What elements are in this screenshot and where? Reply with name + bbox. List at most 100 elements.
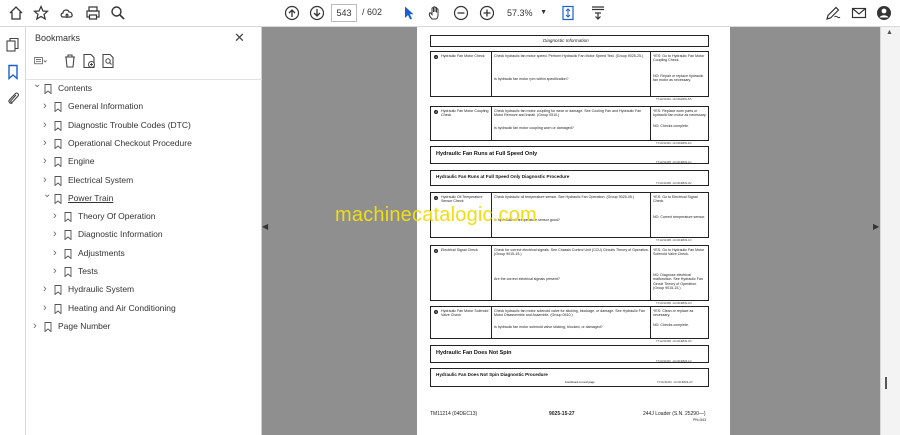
section-code-2: TX1123240C ‑19‑04FEB09‑1/2 (656, 360, 692, 363)
bookmarks-panel: Bookmarks ✕ ⌄ Contents › General Informatio… (26, 27, 262, 435)
bookmark-icon (64, 211, 72, 223)
diagnostic-row: 2 Hydraulic Fan Motor Coupling Check Check… (430, 106, 709, 141)
scrolling-mode-icon[interactable] (588, 4, 607, 23)
bookmark-label: Electrical System (68, 174, 134, 185)
print-icon[interactable] (83, 4, 102, 23)
attachment-icon[interactable] (5, 90, 21, 106)
chevron-right-icon[interactable]: › (53, 263, 61, 279)
chevron-right-icon[interactable]: › (43, 153, 51, 169)
step-number: 3 (434, 310, 438, 314)
bookmark-label: Heating and Air Conditioning (68, 302, 176, 313)
step-question: Is hydraulic fan motor coupling worn or … (494, 126, 574, 130)
chevron-right-icon[interactable]: › (43, 135, 51, 151)
delete-icon[interactable] (63, 53, 77, 69)
next-page-icon[interactable] (307, 4, 326, 23)
step-action: Check hydraulic fan motor speed. Perform… (494, 54, 644, 58)
page-number-input[interactable]: 543 (331, 4, 357, 22)
options-menu-icon[interactable] (34, 53, 54, 69)
bookmark-label: Hydraulic System (68, 284, 135, 295)
diagnostic-header: Diagnostic Information (543, 38, 589, 43)
chevron-down-icon[interactable]: ⌄ (33, 77, 41, 93)
zoom-in-icon[interactable] (477, 4, 496, 23)
chevron-right-icon[interactable]: › (53, 245, 61, 261)
section-title-2: Hydraulic Fan Does Not Spin (436, 350, 512, 356)
close-icon[interactable]: ✕ (234, 30, 245, 46)
email-icon[interactable] (849, 4, 868, 23)
chevron-right-icon[interactable]: › (53, 208, 61, 224)
vertical-scrollbar[interactable]: ▲ (880, 27, 900, 435)
find-bookmark-icon[interactable] (101, 53, 115, 69)
star-icon[interactable] (31, 4, 50, 23)
diagnostic-row: 2 Electrical Signal Check Check for correc… (430, 245, 709, 301)
column-divider (491, 307, 492, 339)
step-action: Check hydraulic fan motor solenoid valve… (494, 309, 645, 318)
zoom-dropdown[interactable]: 57.3% ▼ (503, 4, 547, 22)
page-thumbnails-icon[interactable] (5, 37, 21, 53)
yes-answer: YES: Clean or replace as necessary. (653, 309, 694, 318)
hand-tool-icon[interactable] (425, 4, 444, 23)
step-number: 2 (434, 110, 438, 114)
chevron-right-icon[interactable]: › (43, 117, 51, 133)
select-cursor-icon[interactable] (399, 4, 418, 23)
step-question: Is hydraulic fan motor solenoid valve st… (494, 325, 603, 329)
row-code: TX1123240B ‑19‑04FEB09‑2/3 (656, 302, 692, 305)
step-name: Hydraulic Fan Motor Check (441, 54, 485, 58)
diagnostic-row: 1 Hydraulic Fan Motor Check Check hydrauli… (430, 51, 709, 97)
step-question: Are the correct electrical signals prese… (494, 277, 560, 281)
top-toolbar: 543 / 602 57.3% ▼ (0, 0, 900, 27)
fit-page-icon[interactable] (558, 4, 577, 23)
chevron-right-icon[interactable]: › (53, 226, 61, 242)
bookmark-label: Diagnostic Trouble Codes (DTC) (68, 119, 191, 130)
diagnostic-header-box: Diagnostic Information (430, 35, 709, 47)
panel-title: Bookmarks (35, 33, 81, 43)
procedure-code-2: TX1123240C ‑19‑04FEB09‑2/2 (657, 381, 693, 384)
step-number: 1 (434, 55, 438, 59)
collapse-panel-icon[interactable]: ◀ (262, 222, 268, 231)
column-divider (650, 193, 651, 238)
bookmark-icon (44, 83, 52, 95)
chevron-right-icon[interactable]: › (43, 300, 51, 316)
chevron-down-icon[interactable]: ⌄ (43, 187, 51, 203)
footer-left: TM11214 (04DEC13) (430, 411, 478, 417)
cloud-upload-icon[interactable] (57, 4, 76, 23)
no-answer: NO: Repair or replace hydraulic fan moto… (653, 74, 704, 83)
bookmark-label: General Information (68, 101, 144, 112)
step-action: Check for correct electrical signals. Se… (494, 248, 649, 257)
step-action: Check hydraulic oil temperature sensor. … (494, 195, 635, 199)
home-icon[interactable] (6, 4, 25, 23)
bookmark-icon (64, 248, 72, 260)
new-bookmark-icon[interactable] (82, 53, 96, 69)
step-name: Hydraulic Oil Temperature Sensor Check (441, 195, 483, 204)
scrollbar-thumb[interactable] (885, 377, 887, 389)
chevron-right-icon[interactable]: › (43, 98, 51, 114)
yes-answer: YES: Replace worn parts or hydraulic fan… (653, 109, 707, 118)
scroll-up-icon[interactable]: ▲ (886, 29, 893, 36)
no-answer: NO: Diagnose electrical malfunction. See… (653, 273, 703, 291)
step-name: Electrical Signal Check (441, 248, 478, 252)
column-divider (491, 52, 492, 97)
pen-icon[interactable] (823, 4, 842, 23)
bookmark-icon (64, 266, 72, 278)
bookmark-label: Diagnostic Information (78, 229, 163, 240)
bookmark-label: Adjustments (78, 247, 125, 258)
bookmark-label: Operational Checkout Procedure (68, 137, 192, 148)
bookmark-panel-icon[interactable] (5, 64, 21, 81)
chevron-right-icon[interactable]: › (33, 318, 41, 334)
search-icon[interactable] (108, 4, 127, 23)
page-total: / 602 (362, 7, 383, 17)
account-icon[interactable] (874, 4, 893, 23)
bookmark-icon (44, 321, 52, 333)
zoom-out-icon[interactable] (451, 4, 470, 23)
bookmark-icon (54, 101, 62, 113)
step-number: 2 (434, 249, 438, 253)
row-code: TX1123240A ‑19‑04FEB09‑5/5 (656, 98, 692, 101)
step-name: Hydraulic Fan Motor Solenoid Valve Check (441, 309, 489, 318)
bookmark-icon (54, 120, 62, 132)
expand-panel-icon[interactable]: ▶ (873, 222, 879, 231)
chevron-right-icon[interactable]: › (43, 281, 51, 297)
chevron-right-icon[interactable]: › (43, 172, 51, 188)
previous-page-icon[interactable] (282, 4, 301, 23)
column-divider (650, 246, 651, 301)
column-divider (650, 107, 651, 141)
procedure-box-2: Hydraulic Fan Does Not Spin Diagnostic P… (430, 368, 709, 387)
